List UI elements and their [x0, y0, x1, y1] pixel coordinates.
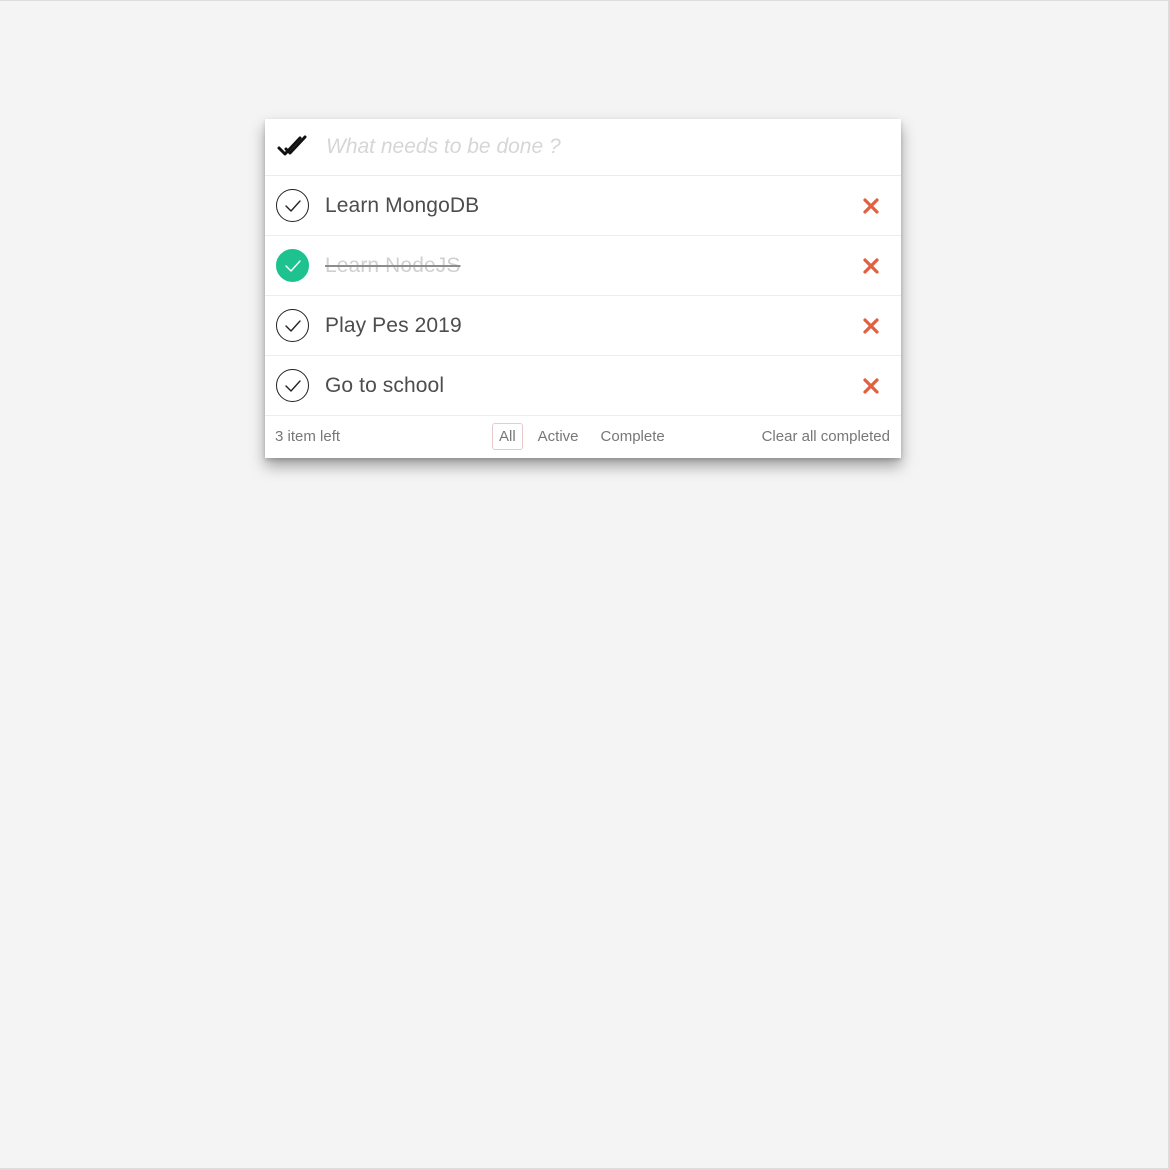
double-check-icon	[277, 135, 307, 156]
todo-toggle-checkbox[interactable]	[276, 309, 309, 342]
todo-label[interactable]: Learn NodeJS	[325, 254, 859, 278]
todo-toggle-checkbox[interactable]	[276, 189, 309, 222]
check-icon	[284, 199, 301, 212]
todo-header	[265, 119, 901, 176]
todo-app: Learn MongoDB Learn NodeJS	[265, 119, 901, 458]
todo-label[interactable]: Go to school	[325, 374, 859, 398]
delete-todo-button[interactable]	[859, 254, 883, 278]
todo-footer: 3 item left All Active Complete Clear al…	[265, 416, 901, 458]
close-icon	[863, 377, 879, 394]
todo-item: Learn MongoDB	[265, 176, 901, 236]
delete-todo-button[interactable]	[859, 374, 883, 398]
filter-complete[interactable]: Complete	[594, 423, 672, 450]
todo-toggle-checkbox[interactable]	[276, 249, 309, 282]
todo-item: Go to school	[265, 356, 901, 416]
todo-label[interactable]: Learn MongoDB	[325, 194, 859, 218]
todo-label[interactable]: Play Pes 2019	[325, 314, 859, 338]
todo-item: Play Pes 2019	[265, 296, 901, 356]
close-icon	[863, 197, 879, 214]
filter-all[interactable]: All	[492, 423, 523, 450]
clear-completed-button[interactable]: Clear all completed	[762, 428, 890, 445]
delete-todo-button[interactable]	[859, 314, 883, 338]
check-icon	[284, 319, 301, 332]
close-icon	[863, 257, 879, 274]
filter-tabs: All Active Complete	[492, 423, 680, 450]
close-icon	[863, 317, 879, 334]
todo-list: Learn MongoDB Learn NodeJS Play Pes 2019…	[265, 176, 901, 416]
check-icon	[284, 259, 301, 272]
delete-todo-button[interactable]	[859, 194, 883, 218]
check-icon	[284, 379, 301, 392]
todo-item: Learn NodeJS	[265, 236, 901, 296]
items-left-count: 3 item left	[275, 428, 341, 445]
todo-toggle-checkbox[interactable]	[276, 369, 309, 402]
new-todo-input[interactable]	[319, 127, 901, 167]
filter-active[interactable]: Active	[531, 423, 586, 450]
toggle-all-button[interactable]	[265, 119, 319, 175]
